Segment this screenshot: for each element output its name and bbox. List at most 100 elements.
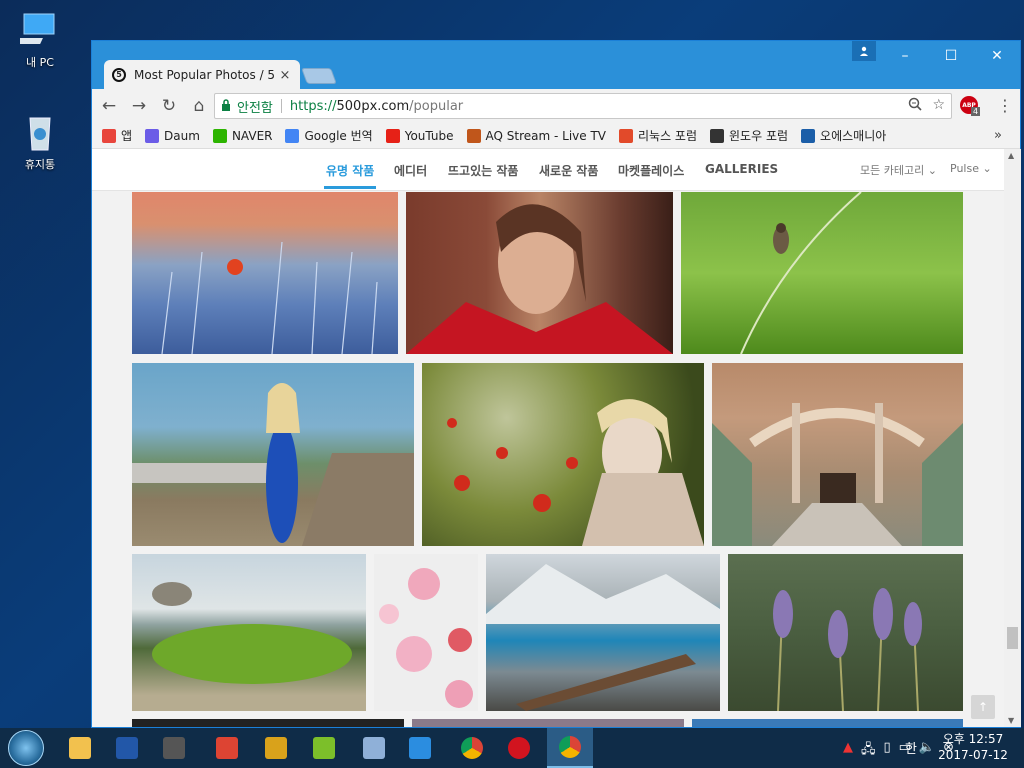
volume-icon[interactable]: 🔈 bbox=[919, 740, 935, 762]
bookmarks-bar: 앱 Daum NAVER Google 번역 YouTube AQ Stream - Li… bbox=[92, 123, 1020, 149]
clock[interactable]: 오후 12:57 2017-07-12 bbox=[936, 731, 1010, 763]
nav-item-popular[interactable]: 유명 작품 bbox=[326, 162, 374, 179]
taskbar-app[interactable] bbox=[151, 728, 197, 768]
security-label[interactable]: 안전함 bbox=[237, 97, 273, 116]
start-button[interactable] bbox=[8, 730, 44, 766]
desktop-icon-recycle-bin[interactable]: 휴지통 bbox=[8, 112, 72, 172]
media-player-icon bbox=[409, 737, 431, 759]
scrollbar-thumb[interactable] bbox=[1007, 627, 1018, 649]
tab-close-icon[interactable]: × bbox=[278, 68, 292, 83]
scroll-down-arrow-icon[interactable]: ▼ bbox=[1008, 716, 1014, 725]
photo-tile[interactable] bbox=[374, 554, 478, 711]
page-content: 유명 작품 에디터 뜨고있는 작품 새로운 작품 마켓플레이스 GALLERIE… bbox=[92, 149, 1004, 727]
bookmark-label: Daum bbox=[164, 128, 200, 143]
forward-button[interactable]: → bbox=[126, 93, 152, 119]
close-window-button[interactable]: ✕ bbox=[974, 41, 1020, 71]
page-scrollbar[interactable]: ▲ ▼ bbox=[1004, 149, 1021, 727]
bookmark-item[interactable]: 리눅스 포럼 bbox=[619, 127, 697, 144]
photo-tile[interactable] bbox=[406, 192, 673, 354]
naver-icon bbox=[212, 128, 227, 143]
nav-item-marketplace[interactable]: 마켓플레이스 bbox=[618, 162, 684, 179]
person-icon[interactable] bbox=[852, 41, 876, 61]
address-divider bbox=[280, 99, 282, 113]
zoom-icon[interactable] bbox=[908, 97, 923, 115]
sort-filter[interactable]: Pulse ⌄ bbox=[950, 162, 992, 175]
bookmark-item[interactable]: YouTube bbox=[385, 128, 454, 143]
minimize-button[interactable]: – bbox=[882, 41, 928, 71]
camera-app-icon bbox=[163, 737, 185, 759]
home-button[interactable]: ⌂ bbox=[186, 93, 212, 119]
taskbar-app[interactable] bbox=[204, 728, 250, 768]
taskbar-app[interactable] bbox=[351, 728, 397, 768]
browser-window: 5 Most Popular Photos / 5 × – ☐ ✕ ← → ↻ … bbox=[91, 40, 1021, 728]
photo-tile[interactable] bbox=[412, 719, 684, 727]
address-bar[interactable]: 안전함 https:// 500px.com /popular ☆ bbox=[214, 93, 952, 119]
ime-indicator[interactable]: 한 bbox=[905, 738, 917, 757]
bookmark-star-icon[interactable]: ☆ bbox=[932, 97, 945, 115]
network-app-icon bbox=[363, 737, 385, 759]
category-filter-label: 모든 카테고리 bbox=[860, 164, 925, 177]
photo-tile[interactable] bbox=[486, 554, 720, 711]
desktop-icon-label: 휴지통 bbox=[24, 158, 56, 171]
browser-toolbar: ← → ↻ ⌂ 안전함 https:// 500px.com /popular … bbox=[92, 89, 1020, 123]
bookmark-item[interactable]: 앱 bbox=[102, 127, 132, 144]
bookmark-item[interactable]: 오에스매니아 bbox=[801, 127, 886, 144]
clock-date: 2017-07-12 bbox=[938, 748, 1008, 762]
computer-icon bbox=[12, 10, 60, 50]
category-filter[interactable]: 모든 카테고리 ⌄ bbox=[860, 162, 937, 178]
chrome-active-icon bbox=[559, 736, 581, 758]
apps-grid-icon bbox=[102, 128, 116, 143]
taskbar-app[interactable] bbox=[449, 728, 495, 768]
bookmark-label: 앱 bbox=[121, 129, 133, 143]
taskbar-app[interactable] bbox=[547, 728, 593, 768]
photo-tile[interactable] bbox=[712, 363, 963, 546]
bookmark-label: 리눅스 포럼 bbox=[638, 129, 698, 143]
usb-icon[interactable]: ▯ bbox=[883, 740, 890, 762]
photo-tile[interactable] bbox=[132, 554, 366, 711]
menu-dots-icon[interactable]: ⋮ bbox=[997, 96, 1013, 115]
back-button[interactable]: ← bbox=[96, 93, 122, 119]
bookmark-label: AQ Stream - Live TV bbox=[485, 128, 607, 143]
bookmark-item[interactable]: 윈도우 포럼 bbox=[710, 127, 788, 144]
tab-title: Most Popular Photos / 5 bbox=[134, 68, 276, 82]
tray-app-icon[interactable]: ▲ bbox=[843, 740, 853, 762]
photo-tile[interactable] bbox=[681, 192, 963, 354]
r-app-icon bbox=[265, 737, 287, 759]
windows-forum-icon bbox=[710, 128, 725, 143]
bookmark-item[interactable]: AQ Stream - Live TV bbox=[466, 128, 607, 143]
taskbar-app[interactable] bbox=[253, 728, 299, 768]
recycle-bin-icon bbox=[20, 112, 60, 152]
photo-tile[interactable] bbox=[132, 719, 404, 727]
taskbar-app[interactable] bbox=[104, 728, 150, 768]
tab-most-popular[interactable]: 5 Most Popular Photos / 5 × bbox=[104, 60, 300, 90]
url-path: /popular bbox=[409, 98, 464, 114]
photo-tile[interactable] bbox=[132, 363, 414, 546]
photo-tile[interactable] bbox=[422, 363, 704, 546]
scroll-up-arrow-icon[interactable]: ▲ bbox=[1008, 151, 1014, 160]
network-icon[interactable]: 🖧 bbox=[861, 740, 876, 762]
bookmark-item[interactable]: Google 번역 bbox=[285, 127, 373, 144]
desktop-icon-my-pc[interactable]: 내 PC bbox=[8, 10, 72, 70]
url-host: 500px.com bbox=[336, 98, 410, 114]
taskbar-app[interactable] bbox=[301, 728, 347, 768]
reload-button[interactable]: ↻ bbox=[156, 93, 182, 119]
nav-item-fresh[interactable]: 새로운 작품 bbox=[539, 162, 598, 179]
nav-item-galleries[interactable]: GALLERIES bbox=[705, 162, 778, 176]
bookmark-item[interactable]: Daum bbox=[145, 128, 200, 143]
photo-tile[interactable] bbox=[132, 192, 398, 354]
back-to-top-button[interactable]: ↑ bbox=[971, 695, 995, 719]
bookmarks-more-button[interactable]: » bbox=[994, 128, 1002, 143]
nav-item-upcoming[interactable]: 뜨고있는 작품 bbox=[448, 162, 518, 179]
nav-item-editors[interactable]: 에디터 bbox=[394, 162, 427, 179]
maximize-button[interactable]: ☐ bbox=[928, 41, 974, 71]
new-tab-button[interactable] bbox=[301, 68, 337, 84]
taskbar-app[interactable] bbox=[397, 728, 443, 768]
taskbar-app[interactable] bbox=[57, 728, 103, 768]
sort-filter-label: Pulse bbox=[950, 162, 979, 175]
bookmark-label: 오에스매니아 bbox=[820, 129, 887, 143]
site-nav: 유명 작품 에디터 뜨고있는 작품 새로운 작품 마켓플레이스 GALLERIE… bbox=[92, 149, 1004, 191]
taskbar-app[interactable] bbox=[496, 728, 542, 768]
bookmark-item[interactable]: NAVER bbox=[212, 128, 272, 143]
photo-tile[interactable] bbox=[728, 554, 963, 711]
photo-tile[interactable] bbox=[692, 719, 963, 727]
